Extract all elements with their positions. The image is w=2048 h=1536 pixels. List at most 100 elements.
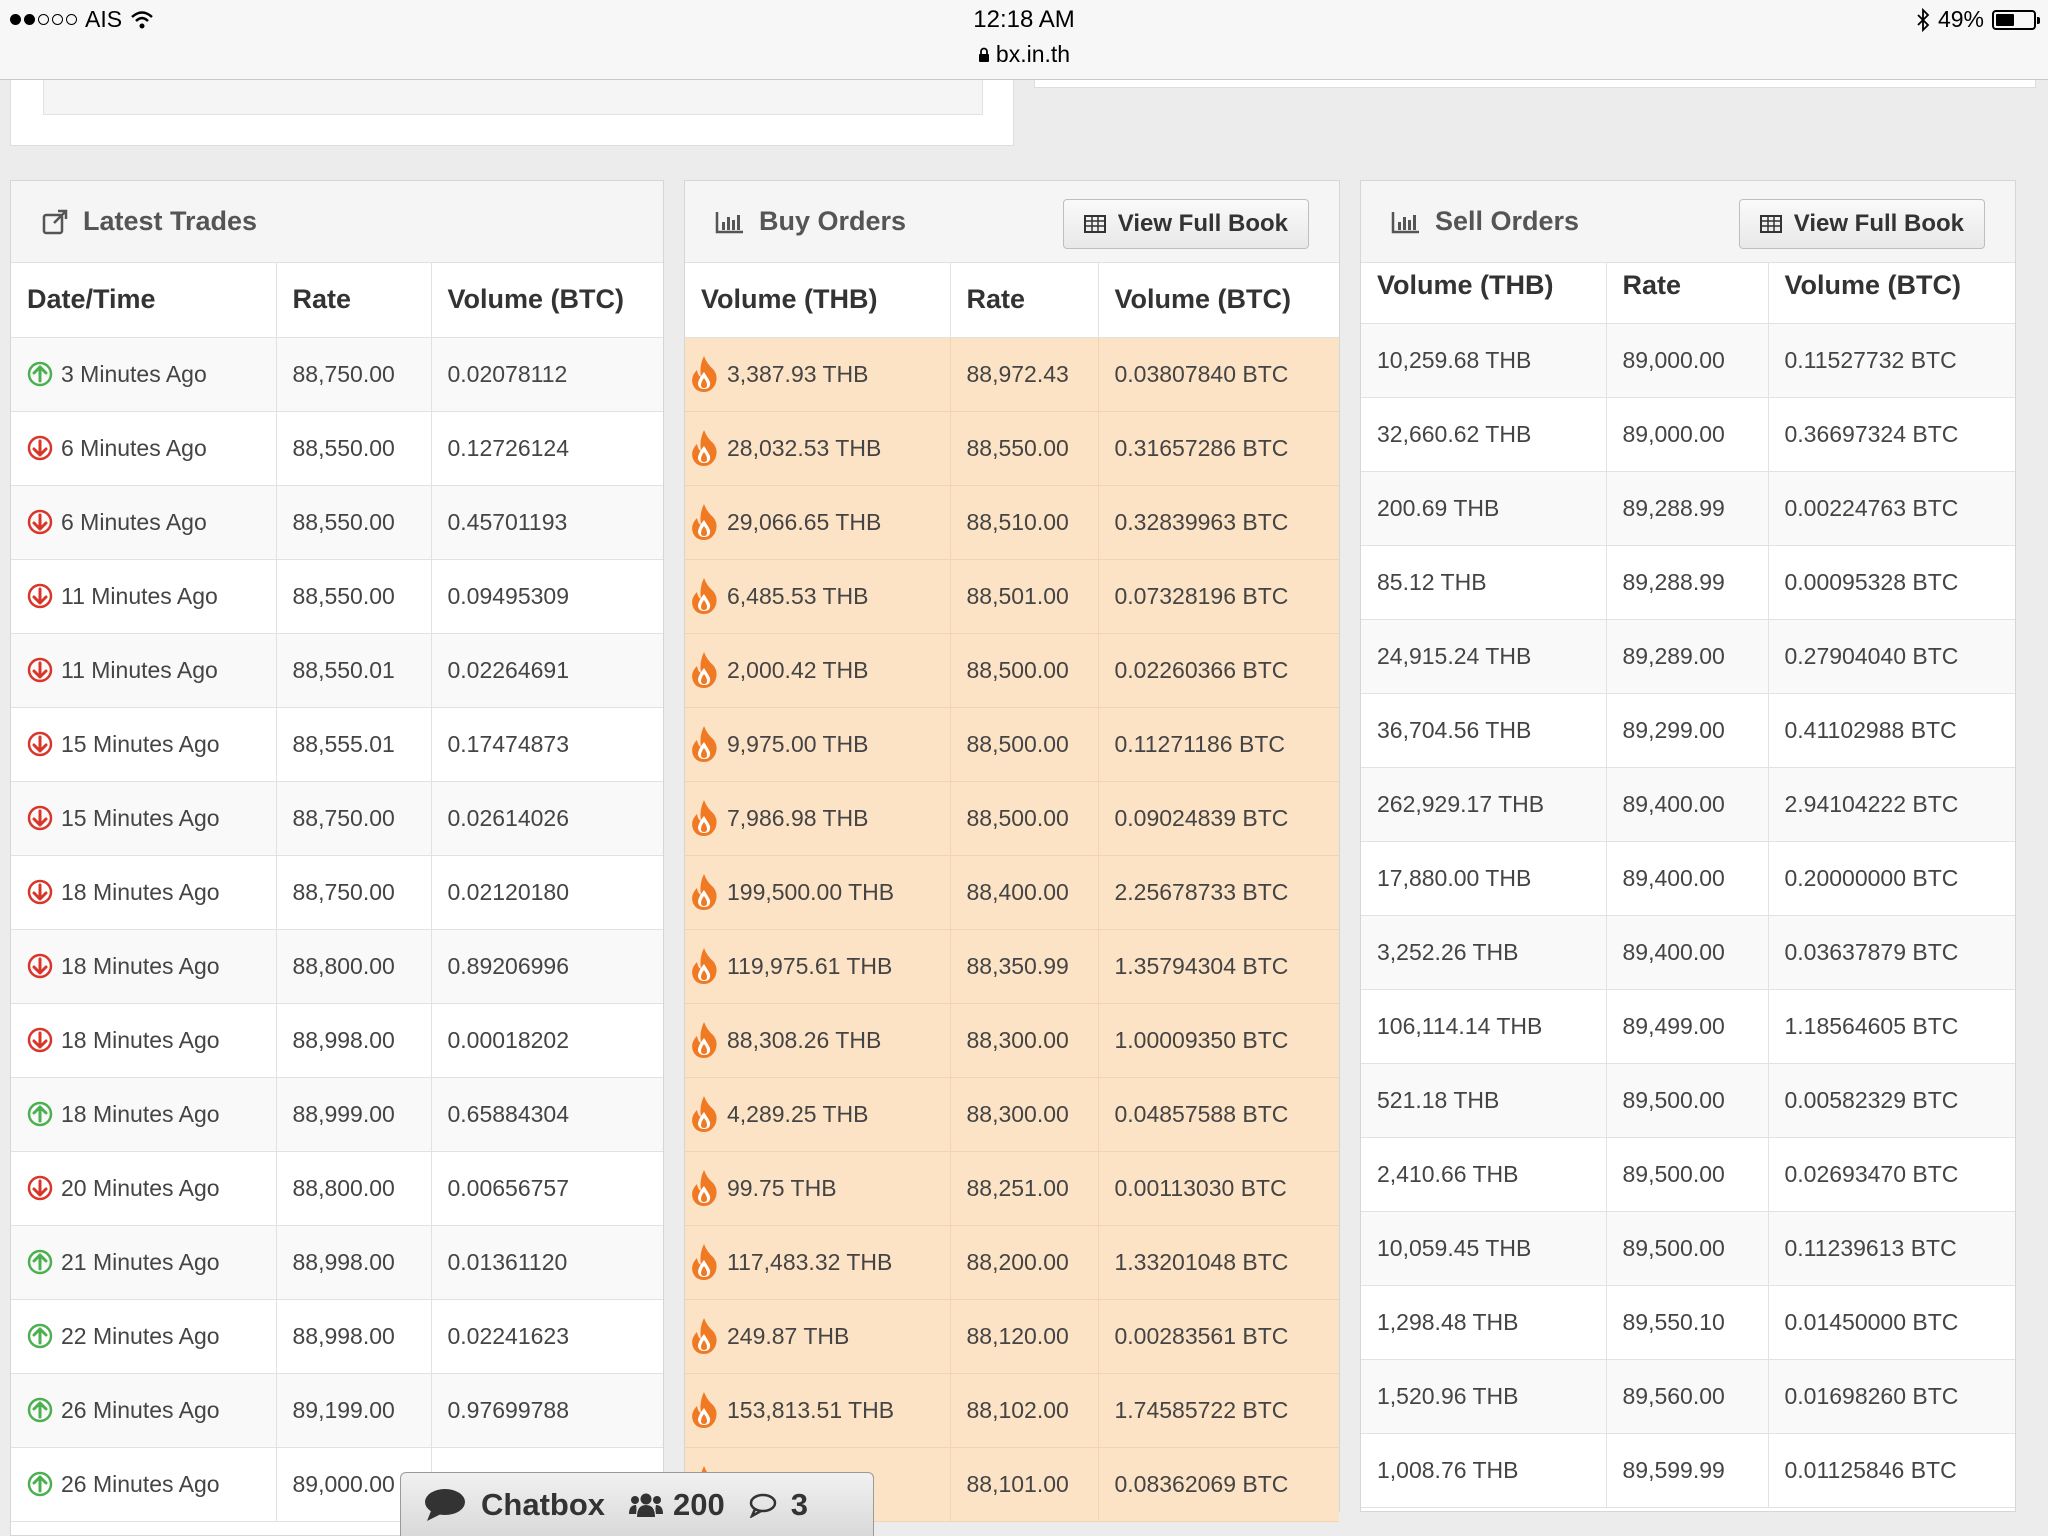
trade-time-cell: 26 Minutes Ago [11,1447,277,1522]
buy-volume-thb-cell: 9,975.00 THB [685,707,951,782]
sell-rate: 89,500.00 [1606,1137,1769,1212]
buy-volume-thb-cell: 6,485.53 THB [685,559,951,634]
buy-volume-thb-cell: 4,289.25 THB [685,1077,951,1152]
col-rate[interactable]: Rate [950,263,1099,338]
buy-view-full-book-button[interactable]: View Full Book [1062,199,1309,249]
table-row[interactable]: 2,000.42 THB 88,500.00 0.02260366 BTC [685,633,1339,708]
buy-rate: 88,120.00 [950,1299,1099,1374]
sell-volume-thb: 262,929.17 THB [1361,767,1607,842]
table-row: 18 Minutes Ago 88,999.00 0.65884304 [11,1077,663,1152]
buy-orders-title: Buy Orders [759,206,907,236]
arrow-down-circle-icon [27,1027,53,1053]
latest-trades-panel: Latest Trades Date/Time Rate Volume (BTC… [10,180,664,1536]
table-row[interactable]: 249.87 THB 88,120.00 0.00283561 BTC [685,1299,1339,1374]
table-row[interactable]: 28,032.53 THB 88,550.00 0.31657286 BTC [685,411,1339,486]
table-row[interactable]: 199,500.00 THB 88,400.00 2.25678733 BTC [685,855,1339,930]
table-row[interactable]: 119,975.61 THB 88,350.99 1.35794304 BTC [685,929,1339,1004]
sell-rate: 89,288.99 [1606,471,1769,546]
trade-volume: 0.00018202 [431,1003,663,1078]
fire-icon [692,652,717,688]
buy-volume-thb: 2,000.42 THB [727,656,869,683]
sell-volume-btc: 0.41102988 BTC [1768,693,2015,768]
table-row[interactable]: 6,485.53 THB 88,501.00 0.07328196 BTC [685,559,1339,634]
table-row[interactable]: 200.69 THB 89,288.99 0.00224763 BTC [1361,471,2015,546]
table-row[interactable]: 1,008.76 THB 89,599.99 0.01125846 BTC [1361,1433,2015,1508]
buy-volume-btc: 0.02260366 BTC [1098,633,1339,708]
col-datetime[interactable]: Date/Time [11,263,277,338]
buy-orders-table: Volume (THB) Rate Volume (BTC) 3,387.93 … [685,263,1339,1522]
table-row[interactable]: 106,114.14 THB 89,499.00 1.18564605 BTC [1361,989,2015,1064]
table-icon [1759,215,1782,233]
table-row: 21 Minutes Ago 88,998.00 0.01361120 [11,1225,663,1300]
buy-volume-thb: 199,500.00 THB [727,878,895,905]
trade-rate: 88,750.00 [276,781,432,856]
trade-time-cell: 26 Minutes Ago [11,1373,277,1448]
col-rate[interactable]: Rate [276,263,432,338]
buy-volume-thb: 249.87 THB [727,1322,850,1349]
buy-volume-thb: 29,066.65 THB [727,508,882,535]
buy-rate: 88,972.43 [950,337,1099,412]
table-row[interactable]: 17,880.00 THB 89,400.00 0.20000000 BTC [1361,841,2015,916]
buy-volume-thb-cell: 28,032.53 THB [685,411,951,486]
trade-time-cell: 3 Minutes Ago [11,337,277,412]
table-row[interactable]: 10,259.68 THB 89,000.00 0.11527732 BTC [1361,323,2015,398]
url-text: bx.in.th [995,41,1071,67]
top-panel-left [10,80,1014,146]
latest-trades-title: Latest Trades [83,206,258,236]
sell-volume-btc: 1.18564605 BTC [1768,989,2015,1064]
table-row[interactable]: 88,308.26 THB 88,300.00 1.00009350 BTC [685,1003,1339,1078]
table-row: 22 Minutes Ago 88,998.00 0.02241623 [11,1299,663,1374]
col-volume-btc[interactable]: Volume (BTC) [1098,263,1339,338]
table-row[interactable]: 1,520.96 THB 89,560.00 0.01698260 BTC [1361,1359,2015,1434]
table-row: 15 Minutes Ago 88,555.01 0.17474873 [11,707,663,782]
arrow-down-circle-icon [27,657,53,683]
table-row[interactable]: 1,298.48 THB 89,550.10 0.01450000 BTC [1361,1285,2015,1360]
table-row[interactable]: 85.12 THB 89,288.99 0.00095328 BTC [1361,545,2015,620]
trade-time: 18 Minutes Ago [61,1026,220,1053]
top-panel-left-inner [43,80,983,115]
latest-trades-header: Latest Trades [11,181,663,263]
table-row[interactable]: 3,387.93 THB 88,972.43 0.03807840 BTC [685,337,1339,412]
table-row[interactable]: 262,929.17 THB 89,400.00 2.94104222 BTC [1361,767,2015,842]
table-row[interactable]: 32,660.62 THB 89,000.00 0.36697324 BTC [1361,397,2015,472]
sell-rate: 89,500.00 [1606,1063,1769,1138]
sell-rate: 89,289.00 [1606,619,1769,694]
trade-time-cell: 20 Minutes Ago [11,1151,277,1226]
table-row: 6 Minutes Ago 88,550.00 0.12726124 [11,411,663,486]
chatbox-bar[interactable]: Chatbox 200 3 [400,1472,874,1536]
table-row[interactable]: 117,483.32 THB 88,200.00 1.33201048 BTC [685,1225,1339,1300]
fire-icon [692,1096,717,1132]
buy-rate: 88,400.00 [950,855,1099,930]
comments-icon [749,1493,776,1518]
url-bar[interactable]: bx.in.th [0,41,2048,68]
buy-rate: 88,200.00 [950,1225,1099,1300]
sell-view-full-book-button[interactable]: View Full Book [1738,199,1985,249]
table-row[interactable]: 4,289.25 THB 88,300.00 0.04857588 BTC [685,1077,1339,1152]
table-row: 26 Minutes Ago 89,199.00 0.97699788 [11,1373,663,1448]
col-volume-btc[interactable]: Volume (BTC) [431,263,663,338]
buy-rate: 88,500.00 [950,781,1099,856]
buy-volume-thb-cell: 119,975.61 THB [685,929,951,1004]
table-row: 15 Minutes Ago 88,750.00 0.02614026 [11,781,663,856]
sell-volume-btc: 0.11239613 BTC [1768,1211,2015,1286]
sell-volume-thb: 521.18 THB [1361,1063,1607,1138]
table-row[interactable]: 24,915.24 THB 89,289.00 0.27904040 BTC [1361,619,2015,694]
table-row[interactable]: 29,066.65 THB 88,510.00 0.32839963 BTC [685,485,1339,560]
sell-volume-btc: 0.00095328 BTC [1768,545,2015,620]
buy-volume-btc: 0.11271186 BTC [1098,707,1339,782]
trade-time-cell: 11 Minutes Ago [11,633,277,708]
table-row[interactable]: 2,410.66 THB 89,500.00 0.02693470 BTC [1361,1137,2015,1212]
table-row[interactable]: 7,986.98 THB 88,500.00 0.09024839 BTC [685,781,1339,856]
table-row[interactable]: 9,975.00 THB 88,500.00 0.11271186 BTC [685,707,1339,782]
clock: 12:18 AM [973,6,1075,33]
sell-rate: 89,560.00 [1606,1359,1769,1434]
buy-volume-thb: 3,387.93 THB [727,360,869,387]
table-row[interactable]: 99.75 THB 88,251.00 0.00113030 BTC [685,1151,1339,1226]
col-volume-thb[interactable]: Volume (THB) [685,263,951,338]
table-row[interactable]: 521.18 THB 89,500.00 0.00582329 BTC [1361,1063,2015,1138]
table-row[interactable]: 36,704.56 THB 89,299.00 0.41102988 BTC [1361,693,2015,768]
buy-rate: 88,102.00 [950,1373,1099,1448]
table-row[interactable]: 3,252.26 THB 89,400.00 0.03637879 BTC [1361,915,2015,990]
table-row[interactable]: 153,813.51 THB 88,102.00 1.74585722 BTC [685,1373,1339,1448]
table-row[interactable]: 10,059.45 THB 89,500.00 0.11239613 BTC [1361,1211,2015,1286]
